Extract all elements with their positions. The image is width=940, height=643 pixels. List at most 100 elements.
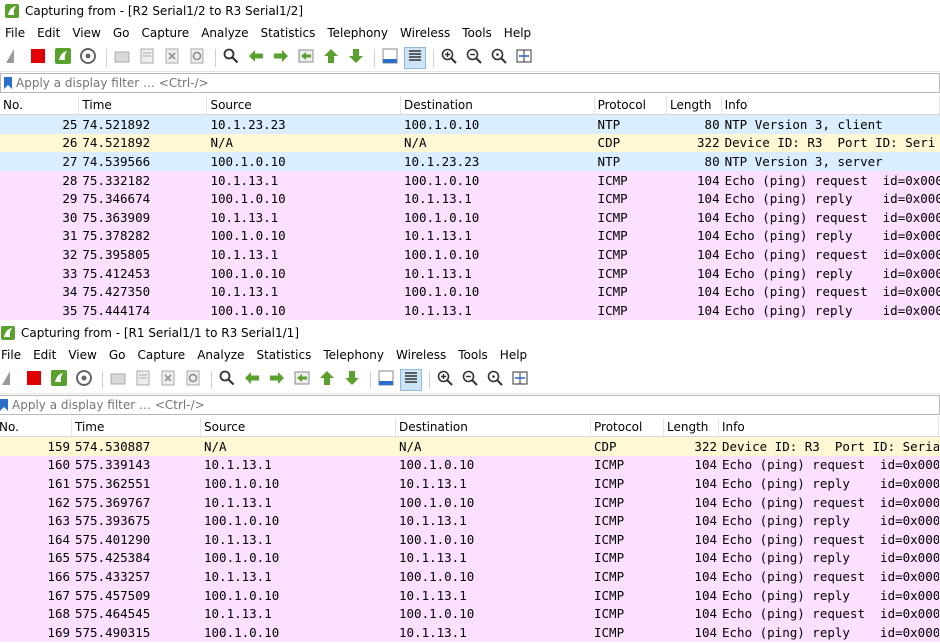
resize-columns-button[interactable]: [513, 47, 535, 69]
packet-row[interactable]: 28 75.332182 10.1.13.1 100.1.0.10 ICMP 104 Ech…: [0, 170, 940, 190]
open-folder-button[interactable]: [111, 47, 133, 69]
close-file-button[interactable]: [161, 47, 183, 69]
col-header-protocol[interactable]: Protocol: [591, 418, 664, 436]
packet-row[interactable]: 161 575.362551 100.1.0.10 10.1.13.1 ICMP 104 E…: [0, 474, 940, 493]
packet-row[interactable]: 34 75.427350 10.1.13.1 100.1.0.10 ICMP 104 Ech…: [0, 282, 940, 301]
packet-row[interactable]: 31 75.378282 100.1.0.10 10.1.13.1 ICMP 104 Ech…: [0, 226, 940, 246]
autoscroll-button[interactable]: [375, 369, 397, 391]
col-header-info[interactable]: Info: [722, 96, 940, 114]
packet-row[interactable]: 160 575.339143 10.1.13.1 100.1.0.10 ICMP 104 E…: [0, 455, 940, 475]
packet-row[interactable]: 30 75.363909 10.1.13.1 100.1.0.10 ICMP 104 Ech…: [0, 207, 940, 227]
menu-statistics[interactable]: Statistics: [253, 348, 317, 362]
bookmark-icon[interactable]: [4, 77, 12, 89]
col-header-length[interactable]: Length: [667, 96, 722, 114]
menu-file[interactable]: File: [0, 348, 27, 362]
col-header-info[interactable]: Info: [719, 418, 939, 436]
menu-telephony[interactable]: Telephony: [324, 26, 394, 40]
reload-button[interactable]: [186, 47, 208, 69]
normal-size-button[interactable]: [484, 369, 506, 391]
menu-view[interactable]: View: [69, 26, 106, 40]
menu-capture[interactable]: Capture: [138, 26, 195, 40]
forward-arrow-button[interactable]: [266, 369, 288, 391]
packet-row[interactable]: 166 575.433257 10.1.13.1 100.1.0.10 ICMP 104 E…: [0, 567, 940, 586]
last-packet-button[interactable]: [345, 47, 367, 69]
menu-telephony[interactable]: Telephony: [320, 348, 390, 362]
stop-button[interactable]: [27, 47, 49, 69]
menu-statistics[interactable]: Statistics: [257, 26, 321, 40]
menu-analyze[interactable]: Analyze: [198, 26, 254, 40]
packet-row[interactable]: 32 75.395805 10.1.13.1 100.1.0.10 ICMP 104 Ech…: [0, 245, 940, 264]
menu-capture[interactable]: Capture: [134, 348, 191, 362]
menu-tools[interactable]: Tools: [459, 26, 498, 40]
packet-row[interactable]: 26 74.521892 N/A N/A CDP 322 Device ID: R3 Por…: [0, 133, 940, 153]
col-header-source[interactable]: Source: [201, 418, 396, 436]
shark-fin-button[interactable]: [2, 47, 24, 69]
resize-columns-button[interactable]: [509, 369, 531, 391]
col-header-no[interactable]: No.: [0, 418, 72, 436]
colorize-button[interactable]: [400, 368, 422, 391]
reload-button[interactable]: [182, 369, 204, 391]
zoom-in-button[interactable]: [438, 47, 460, 69]
options-gear-button[interactable]: [77, 47, 99, 69]
packet-row[interactable]: 163 575.393675 100.1.0.10 10.1.13.1 ICMP 104 E…: [0, 511, 940, 530]
packet-row[interactable]: 167 575.457509 100.1.0.10 10.1.13.1 ICMP 104 E…: [0, 585, 940, 605]
colorize-button[interactable]: [404, 46, 426, 69]
save-file-button[interactable]: [136, 47, 158, 69]
packet-row[interactable]: 164 575.401290 10.1.13.1 100.1.0.10 ICMP 104 E…: [0, 529, 940, 549]
zoom-out-button[interactable]: [459, 369, 481, 391]
display-filter-input[interactable]: [16, 76, 939, 90]
open-folder-button[interactable]: [107, 369, 129, 391]
first-packet-button[interactable]: [320, 47, 342, 69]
display-filter-input[interactable]: [12, 398, 939, 412]
col-header-destination[interactable]: Destination: [401, 96, 595, 114]
find-button[interactable]: [220, 47, 242, 69]
packet-row[interactable]: 165 575.425384 100.1.0.10 10.1.13.1 ICMP 104 E…: [0, 548, 940, 568]
col-header-time[interactable]: Time: [79, 96, 208, 114]
packet-row[interactable]: 33 75.412453 100.1.0.10 10.1.13.1 ICMP 104 Ech…: [0, 263, 940, 283]
col-header-no[interactable]: No.: [0, 96, 80, 114]
menu-file[interactable]: File: [2, 26, 31, 40]
menu-wireless[interactable]: Wireless: [393, 348, 452, 362]
back-arrow-button[interactable]: [245, 47, 267, 69]
find-button[interactable]: [216, 369, 238, 391]
zoom-out-button[interactable]: [463, 47, 485, 69]
menu-view[interactable]: View: [65, 348, 102, 362]
shark-fin-button[interactable]: [0, 369, 20, 391]
packet-row[interactable]: 168 575.464545 10.1.13.1 100.1.0.10 ICMP 104 E…: [0, 604, 940, 623]
packet-row[interactable]: 35 75.444174 100.1.0.10 10.1.13.1 ICMP 104 Ech…: [0, 300, 940, 320]
zoom-in-button[interactable]: [434, 369, 456, 391]
col-header-destination[interactable]: Destination: [396, 418, 591, 436]
autoscroll-button[interactable]: [379, 47, 401, 69]
menu-analyze[interactable]: Analyze: [194, 348, 250, 362]
menu-wireless[interactable]: Wireless: [397, 26, 456, 40]
menu-go[interactable]: Go: [106, 348, 132, 362]
menu-tools[interactable]: Tools: [455, 348, 494, 362]
options-gear-button[interactable]: [73, 369, 95, 391]
packet-row[interactable]: 159 574.530887 N/A N/A CDP 322 Device ID: R3 P…: [0, 437, 940, 456]
restart-button[interactable]: [48, 369, 70, 391]
col-header-time[interactable]: Time: [72, 418, 201, 436]
go-to-packet-button[interactable]: [295, 47, 317, 69]
menu-help[interactable]: Help: [497, 348, 533, 362]
packet-row[interactable]: 169 575.490315 100.1.0.10 10.1.13.1 ICMP 104 E…: [0, 622, 940, 642]
packet-row[interactable]: 162 575.369767 10.1.13.1 100.1.0.10 ICMP 104 E…: [0, 492, 940, 512]
stop-button[interactable]: [23, 369, 45, 391]
save-file-button[interactable]: [132, 369, 154, 391]
col-header-protocol[interactable]: Protocol: [595, 96, 668, 114]
menu-edit[interactable]: Edit: [30, 348, 62, 362]
forward-arrow-button[interactable]: [270, 47, 292, 69]
menu-help[interactable]: Help: [501, 26, 537, 40]
close-file-button[interactable]: [157, 369, 179, 391]
bookmark-icon[interactable]: [0, 399, 8, 411]
restart-button[interactable]: [52, 47, 74, 69]
packet-row[interactable]: 27 74.539566 100.1.0.10 10.1.23.23 NTP 80 NTP …: [0, 152, 940, 171]
back-arrow-button[interactable]: [241, 369, 263, 391]
first-packet-button[interactable]: [316, 369, 338, 391]
last-packet-button[interactable]: [341, 369, 363, 391]
col-header-source[interactable]: Source: [207, 96, 402, 114]
packet-row[interactable]: 25 74.521892 10.1.23.23 100.1.0.10 NTP 80 NTP …: [0, 115, 940, 134]
normal-size-button[interactable]: [488, 47, 510, 69]
menu-edit[interactable]: Edit: [34, 26, 66, 40]
col-header-length[interactable]: Length: [664, 418, 719, 436]
packet-row[interactable]: 29 75.346674 100.1.0.10 10.1.13.1 ICMP 104 Ech…: [0, 189, 940, 208]
